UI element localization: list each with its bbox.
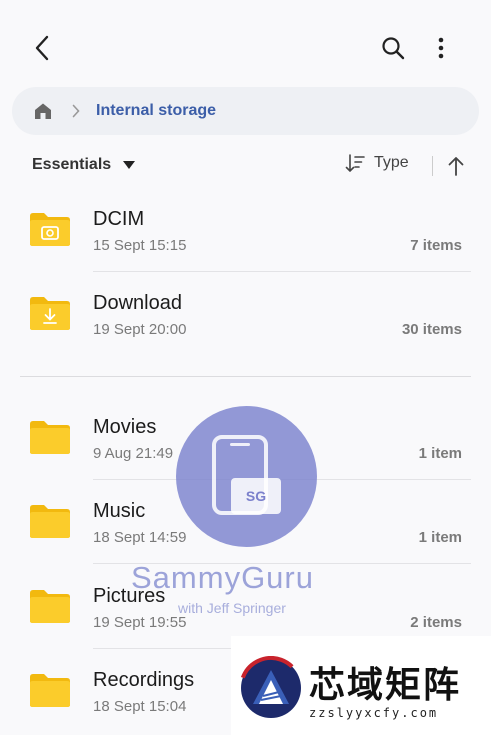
list-item[interactable]: Download 19 Sept 20:00 30 items <box>0 272 491 356</box>
folder-name: Movies <box>93 416 157 438</box>
arrow-up-icon <box>448 157 464 176</box>
home-icon[interactable] <box>32 100 54 122</box>
folder-icon <box>30 590 70 623</box>
list-item[interactable]: Music 18 Sept 14:59 1 item <box>0 480 491 564</box>
folder-date: 19 Sept 20:00 <box>93 321 187 338</box>
sort-separator <box>432 156 433 176</box>
folder-name: Pictures <box>93 585 166 607</box>
folder-item-count: 2 items <box>410 614 462 631</box>
search-icon <box>382 37 405 60</box>
sort-bar: Essentials Type <box>0 146 491 186</box>
folder-name: Download <box>93 292 182 314</box>
list-item[interactable]: Movies 9 Aug 21:49 1 item <box>0 396 491 480</box>
folder-icon <box>30 505 70 538</box>
folder-name: Music <box>93 500 146 522</box>
download-folder-icon <box>30 297 70 330</box>
back-button[interactable] <box>24 30 60 66</box>
folder-item-count: 7 items <box>410 237 462 254</box>
folder-date: 18 Sept 15:04 <box>93 698 187 715</box>
sort-type-button[interactable]: Type <box>345 154 409 172</box>
row-divider <box>93 563 471 564</box>
folder-name: DCIM <box>93 208 145 230</box>
site-url: zzslyyxcfy.com <box>309 706 439 720</box>
top-app-bar <box>0 0 491 90</box>
site-logo-icon <box>239 656 303 720</box>
folder-date: 15 Sept 15:15 <box>93 237 187 254</box>
caret-down-icon <box>123 160 136 170</box>
sort-direction-button[interactable] <box>445 154 467 178</box>
filter-label: Essentials <box>32 156 112 173</box>
more-options-button[interactable] <box>425 29 457 67</box>
folder-date: 18 Sept 14:59 <box>93 529 187 546</box>
corner-watermark-badge: 芯域矩阵 zzslyyxcfy.com <box>231 636 491 735</box>
arrow-left-icon <box>35 35 49 61</box>
breadcrumb-current[interactable]: Internal storage <box>96 102 216 120</box>
camera-folder-icon <box>30 213 70 246</box>
folder-item-count: 1 item <box>418 529 462 546</box>
group-divider <box>20 376 471 377</box>
breadcrumb: Internal storage <box>12 87 479 135</box>
sort-type-label: Type <box>374 154 409 171</box>
filter-dropdown[interactable]: Essentials <box>32 156 136 174</box>
folder-name: Recordings <box>93 669 195 691</box>
folder-icon <box>30 674 70 707</box>
folder-date: 19 Sept 19:55 <box>93 614 187 631</box>
list-item[interactable]: DCIM 15 Sept 15:15 7 items <box>0 188 491 272</box>
folder-item-count: 1 item <box>418 445 462 462</box>
folder-icon <box>30 421 70 454</box>
more-vertical-icon <box>438 37 444 59</box>
folder-item-count: 30 items <box>401 321 462 338</box>
folder-date: 9 Aug 21:49 <box>93 445 174 462</box>
sort-icon <box>345 154 365 172</box>
chevron-right-icon <box>68 103 84 119</box>
search-button[interactable] <box>374 29 412 67</box>
site-title: 芯域矩阵 <box>309 664 462 705</box>
